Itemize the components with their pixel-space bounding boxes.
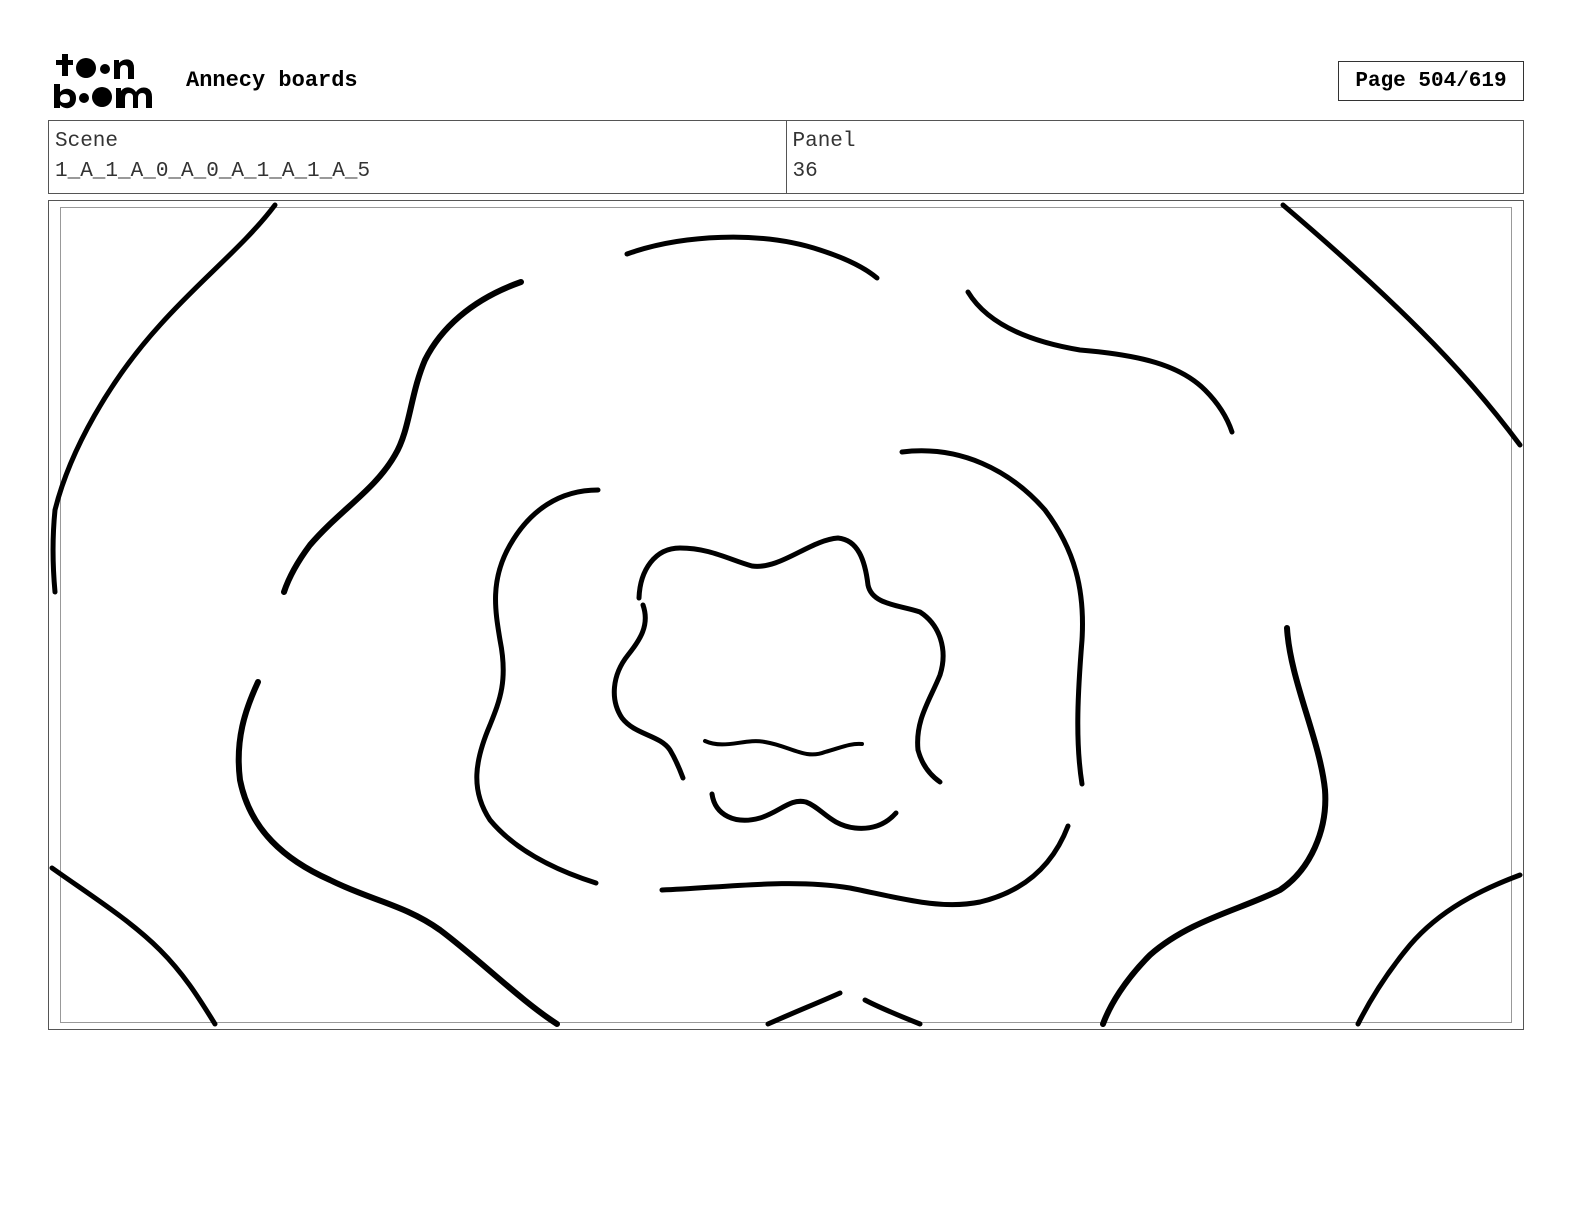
panel-cell: Panel 36 (785, 121, 1524, 193)
toon-boom-logo-icon (54, 54, 152, 109)
stroke-ring3-bottom (659, 823, 1071, 908)
stroke-ring2-left (235, 679, 560, 1027)
stroke-outer-bottom-right (1355, 872, 1523, 1027)
page-indicator: Page 504/619 (1338, 61, 1524, 101)
panel-label: Panel (792, 130, 856, 153)
stroke-ring3-left (474, 487, 601, 886)
stroke-inner-wave-top (703, 739, 864, 757)
stroke-ring2-top (624, 234, 880, 281)
stroke-outer-top-right (1280, 202, 1523, 448)
stroke-ring2-bottom-left (765, 990, 843, 1027)
stroke-ring2-right (1100, 625, 1329, 1027)
stroke-ring2-top-left (281, 279, 524, 595)
stroke-ring2-top-right (965, 289, 1235, 435)
scene-cell: Scene 1_A_1_A_0_A_0_A_1_A_1_A_5 (49, 121, 786, 193)
stroke-outer-bottom-left (49, 865, 218, 1027)
stroke-inner-left (611, 602, 686, 781)
stroke-ring2-bottom-right (862, 997, 923, 1027)
stroke-inner-shape (636, 535, 946, 785)
stroke-inner-wave-bottom (709, 791, 899, 831)
stroke-outer-top-left (50, 202, 278, 595)
panel-value: 36 (792, 160, 818, 183)
scene-value: 1_A_1_A_0_A_0_A_1_A_1_A_5 (55, 160, 371, 183)
scene-panel-info: Scene 1_A_1_A_0_A_0_A_1_A_1_A_5 Panel 36 (48, 120, 1524, 194)
panel-drawing (49, 202, 1523, 1027)
project-title: Annecy boards (186, 68, 358, 93)
toon-boom-logo (52, 52, 164, 112)
scene-label: Scene (55, 130, 119, 153)
